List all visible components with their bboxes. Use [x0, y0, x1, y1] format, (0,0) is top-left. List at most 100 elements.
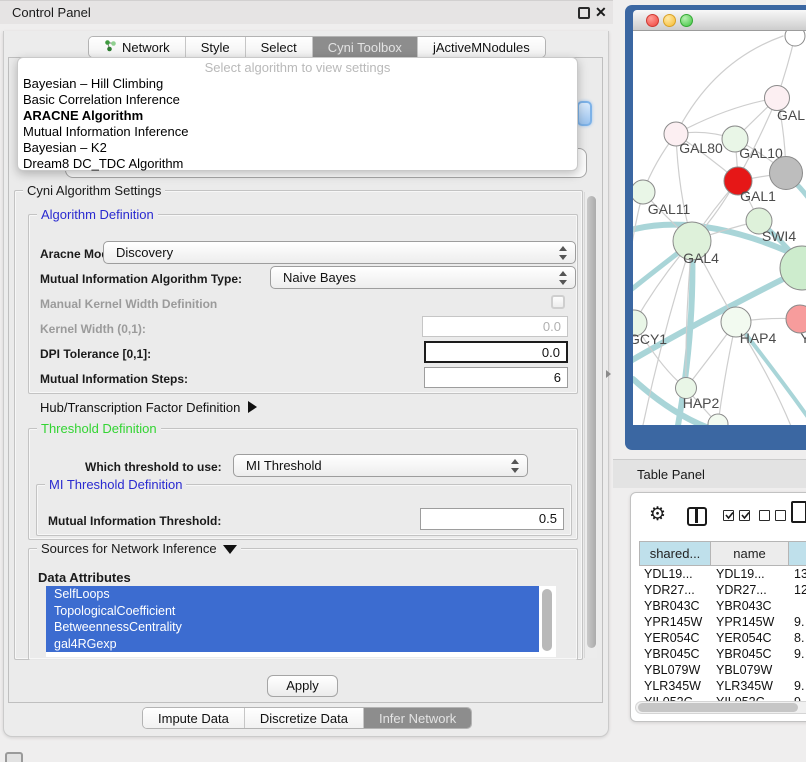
table-cell: YPR145W	[639, 614, 711, 630]
table-column-header[interactable]: shared...	[639, 541, 711, 566]
tab-jactivemnodules[interactable]: jActiveMNodules	[418, 37, 545, 57]
mi-steps-field[interactable]: 6	[424, 367, 568, 388]
table-row[interactable]: YLR345WYLR345W9.	[639, 678, 806, 694]
sources-title-row[interactable]: Sources for Network Inference	[37, 541, 241, 556]
cyni-settings-title: Cyni Algorithm Settings	[23, 183, 165, 198]
algorithm-option-mutual-information-inference[interactable]: Mutual Information Inference	[18, 124, 577, 140]
table-cell: 9.	[789, 678, 806, 694]
document-icon[interactable]	[791, 501, 806, 523]
network-node-y[interactable]	[786, 305, 806, 333]
algorithm-option-basic-correlation-inference[interactable]: Basic Correlation Inference	[18, 92, 577, 108]
table-cell: YBL079W	[639, 662, 711, 678]
table-column-header[interactable]	[789, 541, 806, 566]
algorithm-option-dream8-dc-tdc-algorithm[interactable]: Dream8 DC_TDC Algorithm	[18, 156, 577, 172]
network-node-label: HAP2	[683, 395, 720, 411]
network-node[interactable]	[770, 157, 803, 190]
checked-checkbox-icon[interactable]	[739, 510, 750, 521]
table-column-header[interactable]: name	[711, 541, 789, 566]
tab-infer-network[interactable]: Infer Network	[364, 708, 471, 728]
settings-scrollbar[interactable]	[584, 192, 597, 658]
mi-threshold-field[interactable]: 0.5	[420, 508, 564, 530]
network-icon	[104, 39, 117, 55]
algorithm-prompt: Select algorithm to view settings	[18, 60, 577, 76]
control-panel-tabbar: NetworkStyle Select Cyni Toolbox jActiveMNo…	[88, 36, 546, 58]
aracne-mode-combobox[interactable]: Discovery	[103, 241, 576, 264]
table-cell: 13	[789, 566, 806, 582]
threshold-definition-title: Threshold Definition	[37, 421, 161, 436]
float-panel-icon[interactable]	[578, 7, 590, 19]
attribute-item-betweennesscentrality[interactable]: BetweennessCentrality	[46, 619, 539, 636]
collapsed-panel-icon[interactable]	[5, 752, 23, 762]
window-close-icon[interactable]	[646, 14, 659, 27]
tab-label: Select	[261, 40, 297, 55]
manual-kernel-width-checkbox[interactable]	[551, 295, 565, 309]
focused-combobox-stepper[interactable]	[577, 101, 592, 126]
tab-discretize-data[interactable]: Discretize Data	[245, 708, 364, 728]
network-canvas[interactable]: GALGAL80GAL10GAL1GAL11SWI4GAL4HAP4YGCY1H…	[633, 31, 806, 425]
algorithm-option-bayesian-k2[interactable]: Bayesian – K2	[18, 140, 577, 156]
tab-cyni-toolbox[interactable]: Cyni Toolbox	[313, 37, 418, 57]
network-node-label: GAL11	[648, 201, 691, 217]
kernel-width-field[interactable]: 0.0	[422, 316, 568, 337]
hub-factor-label: Hub/Transcription Factor Definition	[40, 400, 240, 415]
apply-button[interactable]: Apply	[267, 675, 338, 697]
network-node-label: GAL4	[683, 250, 719, 266]
unchecked-checkbox-icon[interactable]	[759, 510, 770, 521]
network-edge	[676, 36, 783, 134]
tab-select[interactable]: Select	[246, 37, 313, 57]
algorithm-option-bayesian-hill-climbing[interactable]: Bayesian – Hill Climbing	[18, 76, 577, 92]
table-row[interactable]: YBR045CYBR045C9.	[639, 646, 806, 662]
data-attributes-list[interactable]: SelfLoopsTopologicalCoefficientBetweenne…	[46, 586, 556, 657]
cyni-mode-tabbar: Impute DataDiscretize DataInfer Network	[142, 707, 472, 729]
table-scrollbar-thumb[interactable]	[638, 703, 798, 712]
gear-icon[interactable]: ⚙	[649, 505, 666, 524]
table-cell: YBL079W	[711, 662, 789, 678]
network-node[interactable]	[785, 31, 805, 46]
tab-style[interactable]: Style	[186, 37, 246, 57]
table-horizontal-scrollbar[interactable]	[635, 701, 806, 714]
table-row[interactable]: YDR27...YDR27...12	[639, 582, 806, 598]
attribute-item-selfloops[interactable]: SelfLoops	[46, 586, 539, 603]
table-header-row: shared...name	[639, 541, 806, 566]
algorithm-definition-title: Algorithm Definition	[37, 207, 158, 222]
unchecked-checkbox-icon[interactable]	[775, 510, 786, 521]
table-cell: YBR043C	[639, 598, 711, 614]
attributes-scrollbar[interactable]	[541, 589, 553, 653]
tab-network[interactable]: Network	[89, 37, 186, 57]
aracne-mode-value: Discovery	[116, 245, 173, 260]
stepper-arrows-icon	[559, 271, 567, 285]
mi-algorithm-type-combobox[interactable]: Naive Bayes	[270, 266, 576, 289]
network-node-label: GAL	[777, 107, 805, 123]
table-cell: YER054C	[711, 630, 789, 646]
hub-factor-expander[interactable]: Hub/Transcription Factor Definition	[40, 400, 257, 415]
tab-impute-data[interactable]: Impute Data	[143, 708, 245, 728]
attribute-item-topologicalcoefficient[interactable]: TopologicalCoefficient	[46, 603, 539, 620]
table-row[interactable]: YDL19...YDL19...13	[639, 566, 806, 582]
settings-scrollbar-thumb[interactable]	[587, 196, 596, 648]
algorithm-option-aracne-algorithm[interactable]: ARACNE Algorithm	[18, 108, 577, 124]
which-threshold-combobox[interactable]: MI Threshold	[233, 454, 528, 477]
dpi-tolerance-field[interactable]: 0.0	[424, 341, 568, 363]
mi-steps-value: 6	[554, 370, 561, 385]
window-zoom-icon[interactable]	[680, 14, 693, 27]
tab-label: Cyni Toolbox	[328, 40, 402, 55]
window-minimize-icon[interactable]	[663, 14, 676, 27]
table-cell: YBR045C	[639, 646, 711, 662]
close-panel-icon[interactable]: ✕	[595, 4, 607, 21]
checked-checkbox-icon[interactable]	[723, 510, 734, 521]
network-node-label: GCY1	[633, 331, 667, 347]
sources-title: Sources for Network Inference	[41, 541, 217, 556]
mi-algorithm-type-label: Mutual Information Algorithm Type:	[40, 272, 242, 286]
attributes-scrollbar-thumb[interactable]	[542, 589, 552, 651]
split-columns-icon[interactable]	[687, 507, 707, 526]
table-row[interactable]: YER054CYER054C8.	[639, 630, 806, 646]
table-row[interactable]: YBR043CYBR043C	[639, 598, 806, 614]
table-row[interactable]: YIL052CYIL052C9	[639, 694, 806, 701]
network-window-titlebar[interactable]	[633, 10, 806, 31]
table-cell: YLR345W	[711, 678, 789, 694]
table-row[interactable]: YBL079WYBL079W	[639, 662, 806, 678]
splitter-collapse-icon[interactable]	[606, 370, 611, 378]
table-row[interactable]: YPR145WYPR145W9.	[639, 614, 806, 630]
attribute-item-gal4rgexp[interactable]: gal4RGexp	[46, 636, 539, 653]
mi-threshold-value: 0.5	[539, 511, 557, 526]
